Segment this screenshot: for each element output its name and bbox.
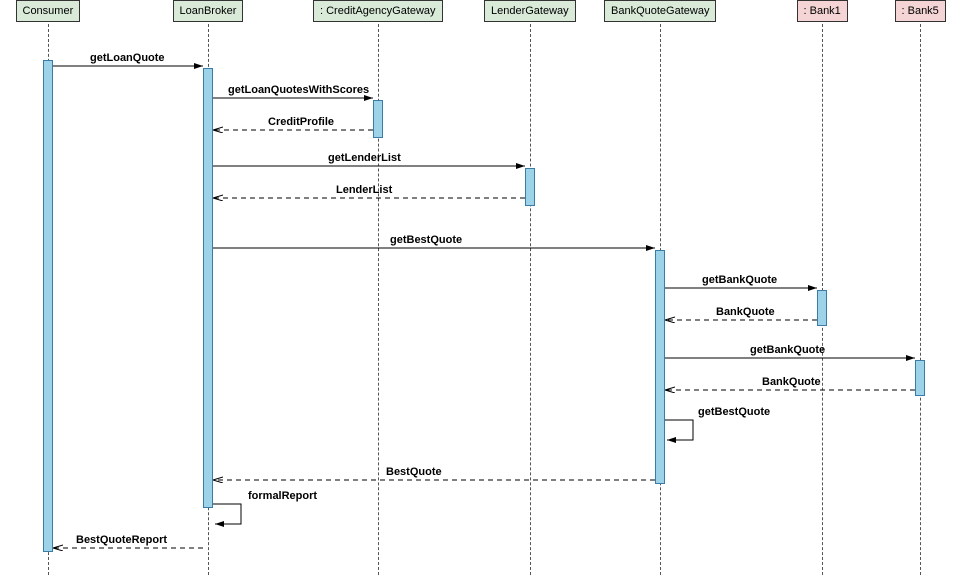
- message-label-10: getBestQuote: [698, 406, 770, 418]
- message-label-3: getLenderList: [328, 152, 401, 164]
- message-label-8: getBankQuote: [750, 344, 825, 356]
- message-label-9: BankQuote: [762, 376, 821, 388]
- activation-bank5: [915, 360, 925, 396]
- activation-bankgw: [655, 250, 665, 484]
- participant-bankgw: BankQuoteGateway: [604, 0, 716, 22]
- message-lines: [0, 0, 960, 587]
- message-label-1: getLoanQuotesWithScores: [228, 84, 369, 96]
- activation-creditgw: [373, 100, 383, 138]
- message-label-13: BestQuoteReport: [76, 534, 167, 546]
- activation-consumer: [43, 60, 53, 552]
- message-label-5: getBestQuote: [390, 234, 462, 246]
- message-label-6: getBankQuote: [702, 274, 777, 286]
- message-label-4: LenderList: [336, 184, 392, 196]
- participant-consumer: Consumer: [16, 0, 81, 22]
- message-label-11: BestQuote: [386, 466, 442, 478]
- message-label-0: getLoanQuote: [90, 52, 165, 64]
- participant-bank5: : Bank5: [895, 0, 946, 22]
- participant-loanbroker: LoanBroker: [173, 0, 244, 22]
- message-label-12: formalReport: [248, 490, 317, 502]
- participant-creditgw: : CreditAgencyGateway: [313, 0, 443, 22]
- message-label-7: BankQuote: [716, 306, 775, 318]
- participant-bank1: : Bank1: [797, 0, 848, 22]
- participant-lendergw: LenderGateway: [484, 0, 576, 22]
- message-label-2: CreditProfile: [268, 116, 334, 128]
- sequence-diagram: Consumer LoanBroker : CreditAgencyGateway L…: [0, 0, 960, 587]
- activation-lendergw: [525, 168, 535, 206]
- activation-loanbroker: [203, 68, 213, 508]
- activation-bank1: [817, 290, 827, 326]
